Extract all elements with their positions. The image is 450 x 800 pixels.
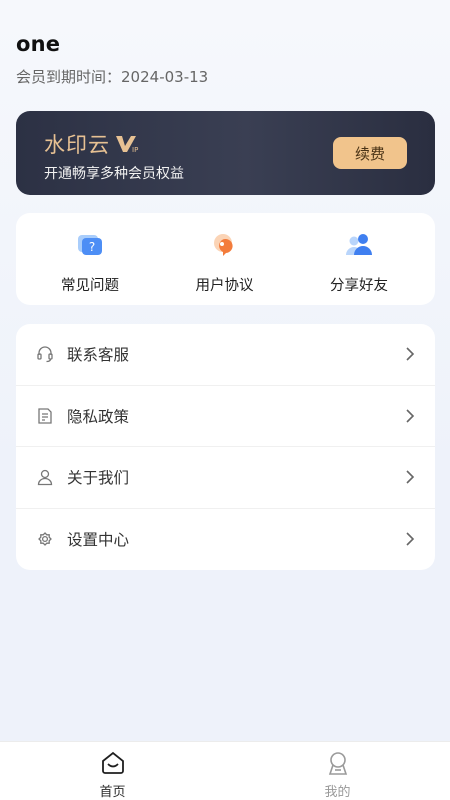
person-icon (37, 470, 53, 486)
vip-card: 水印云 IP 开通畅享多种会员权益 续费 (16, 111, 435, 195)
vip-badge-icon: IP (116, 136, 138, 154)
quick-action-label: 常见问题 (61, 278, 119, 294)
vip-title: 水印云 IP (44, 129, 144, 159)
chevron-right-icon (406, 470, 415, 484)
chevron-right-icon (406, 347, 415, 361)
bottom-tab-bar: 首页 我的 (0, 741, 450, 800)
quick-action-agreement[interactable]: 用户协议 (175, 213, 275, 305)
menu-item-label: 关于我们 (67, 469, 130, 488)
tab-mine-label: 我的 (324, 785, 351, 800)
expiry-label: 会员到期时间： (16, 68, 122, 86)
gear-icon (38, 532, 52, 547)
menu-item-contact-support[interactable]: 联系客服 (16, 324, 435, 386)
svg-text:IP: IP (132, 146, 138, 154)
home-icon (101, 751, 124, 774)
menu-item-label: 设置中心 (67, 531, 130, 550)
share-friends-icon (346, 234, 372, 255)
vip-brand: 水印云 (44, 133, 110, 157)
tab-home-label: 首页 (99, 785, 126, 800)
quick-action-label: 用户协议 (195, 278, 254, 294)
chevron-right-icon (406, 409, 415, 423)
svg-text:?: ? (89, 240, 95, 254)
username: one (16, 32, 61, 56)
vip-subtitle: 开通畅享多种会员权益 (44, 166, 184, 182)
expiry-date: 2024-03-13 (121, 68, 209, 86)
menu-item-label: 联系客服 (67, 346, 130, 365)
menu-item-label: 隐私政策 (67, 407, 130, 426)
user-profile-icon (328, 752, 347, 775)
renew-button[interactable]: 续费 (333, 137, 407, 169)
faq-icon: ? (78, 235, 102, 255)
menu-item-about-us[interactable]: 关于我们 (16, 447, 435, 509)
tab-mine[interactable]: 我的 (225, 742, 450, 800)
chevron-right-icon (406, 532, 415, 546)
user-agreement-icon (213, 234, 233, 256)
settings-menu: 联系客服 隐私政策 关于我们 设置中心 (16, 324, 435, 570)
menu-item-privacy-policy[interactable]: 隐私政策 (16, 386, 435, 447)
tab-home[interactable]: 首页 (0, 742, 225, 800)
membership-expiry: 会员到期时间：2024-03-13 (16, 66, 208, 87)
quick-action-share[interactable]: 分享好友 (309, 213, 409, 305)
quick-actions: ? 常见问题 用户协议 分享好友 (16, 213, 435, 305)
quick-action-faq[interactable]: ? 常见问题 (40, 213, 140, 305)
profile-header: one 会员到期时间：2024-03-13 (16, 32, 208, 87)
menu-item-settings[interactable]: 设置中心 (16, 509, 435, 571)
quick-action-label: 分享好友 (330, 278, 388, 294)
document-icon (38, 408, 52, 424)
headset-icon (37, 346, 53, 363)
